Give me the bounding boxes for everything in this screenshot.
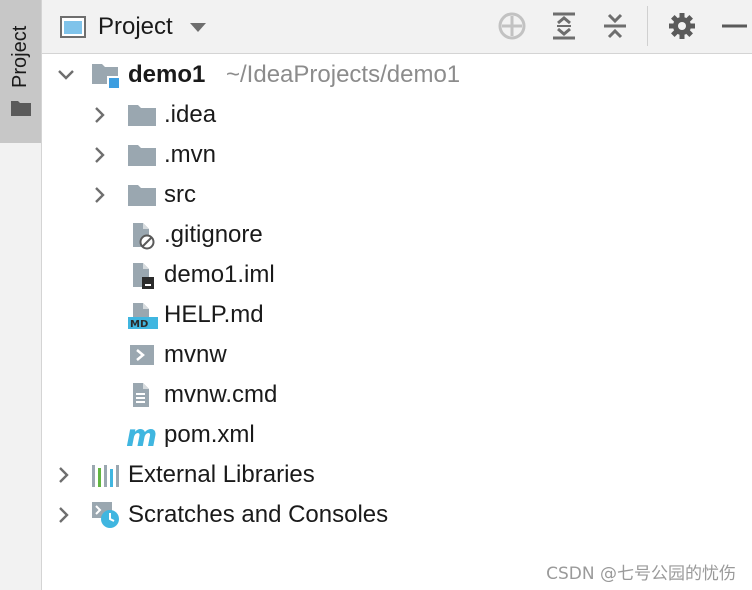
tree-node-scratches[interactable]: Scratches and Consoles (42, 495, 752, 535)
svg-text:MD: MD (130, 319, 148, 330)
markdown-file-icon: MD (128, 300, 160, 330)
tree-node-pom[interactable]: m pom.xml (42, 415, 752, 455)
folder-icon (126, 180, 158, 210)
module-folder-icon (90, 60, 122, 90)
view-selector-dropdown[interactable]: Project (60, 10, 207, 44)
root-path: ~/IdeaProjects/demo1 (226, 61, 461, 88)
gear-icon (667, 11, 697, 41)
expand-all-button[interactable] (549, 11, 579, 41)
expand-all-icon (549, 11, 579, 41)
toolbar-separator (647, 6, 648, 46)
tool-window-header: Project (42, 0, 752, 54)
chevron-right-icon[interactable] (90, 105, 110, 125)
tree-node-mvnw[interactable]: mvnw (42, 335, 752, 375)
folder-icon (126, 100, 158, 130)
hide-icon (719, 11, 749, 41)
tree-label: pom.xml (164, 421, 255, 448)
folder-icon (11, 100, 31, 121)
shell-script-icon (128, 340, 160, 370)
chevron-right-icon[interactable] (54, 505, 74, 525)
chevron-right-icon[interactable] (54, 465, 74, 485)
chevron-down-icon (189, 21, 207, 33)
project-tool-tab[interactable]: Project (0, 0, 41, 143)
iml-file-icon (128, 260, 160, 290)
hide-button[interactable] (719, 11, 749, 41)
tree-label: mvnw (164, 341, 227, 368)
tree-label: demo1.iml (164, 261, 275, 288)
root-name: demo1 (128, 61, 206, 88)
chevron-down-icon[interactable] (56, 65, 76, 85)
tree-node-idea[interactable]: .idea (42, 95, 752, 135)
folder-icon (126, 140, 158, 170)
watermark: CSDN @七号公园的忧伤 (546, 564, 736, 584)
tree-label: src (164, 181, 196, 208)
project-tab-label: Project (9, 25, 31, 88)
tree-node-mvnw-cmd[interactable]: mvnw.cmd (42, 375, 752, 415)
library-icon (90, 460, 122, 490)
view-selector-label: Project (98, 13, 173, 40)
tree-label: Scratches and Consoles (128, 501, 389, 528)
tree-node-gitignore[interactable]: .gitignore (42, 215, 752, 255)
text-file-icon (128, 380, 160, 410)
tree-label: .idea (164, 101, 217, 128)
locate-icon (497, 11, 527, 41)
collapse-all-button[interactable] (600, 11, 630, 41)
tree-node-root[interactable]: demo1 ~/IdeaProjects/demo1 (42, 55, 752, 95)
tree-node-iml[interactable]: demo1.iml (42, 255, 752, 295)
tree-label: HELP.md (164, 301, 264, 328)
tree-node-src[interactable]: src (42, 175, 752, 215)
tree-label: .gitignore (164, 221, 263, 248)
locate-button[interactable] (497, 11, 527, 41)
settings-button[interactable] (667, 11, 697, 41)
tree-node-mvn[interactable]: .mvn (42, 135, 752, 175)
tree-label: .mvn (164, 141, 217, 168)
svg-text:m: m (126, 420, 157, 450)
scratches-icon (90, 500, 122, 530)
chevron-right-icon[interactable] (90, 185, 110, 205)
tree-label: mvnw.cmd (164, 381, 278, 408)
chevron-right-icon[interactable] (90, 145, 110, 165)
tree-label: External Libraries (128, 461, 315, 488)
maven-icon: m (126, 419, 158, 454)
tree-node-external-libraries[interactable]: External Libraries (42, 455, 752, 495)
ignore-file-icon (128, 220, 160, 250)
tool-window-strip: Project (0, 0, 42, 590)
project-window-icon (60, 16, 86, 38)
tree-node-help-md[interactable]: MD HELP.md (42, 295, 752, 335)
collapse-all-icon (600, 11, 630, 41)
